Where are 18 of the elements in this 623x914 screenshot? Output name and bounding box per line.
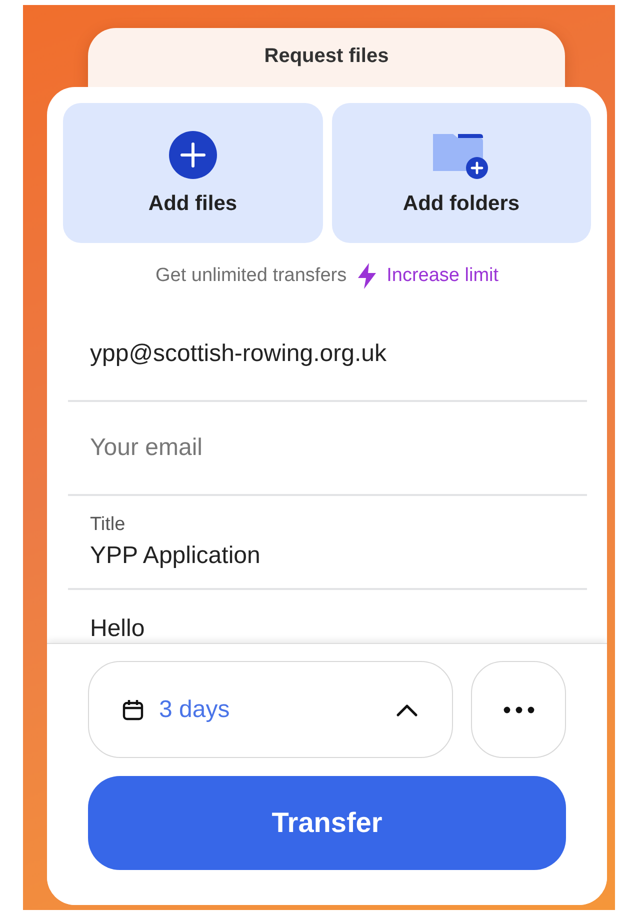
- promo-text: Get unlimited transfers: [155, 264, 347, 286]
- expiry-selector[interactable]: 3 days: [88, 661, 453, 758]
- request-files-tab[interactable]: Request files: [88, 28, 565, 87]
- more-options-button[interactable]: [471, 661, 566, 758]
- message-field[interactable]: Hello: [90, 615, 587, 643]
- transfer-button[interactable]: Transfer: [88, 776, 566, 870]
- chevron-icon: [396, 702, 418, 716]
- add-files-button[interactable]: Add files: [63, 103, 322, 243]
- email-field[interactable]: ypp@scottish-rowing.org.uk: [90, 340, 587, 368]
- add-folders-button[interactable]: Add folders: [332, 103, 591, 243]
- plus-circle-icon: [168, 130, 218, 180]
- increase-limit-link[interactable]: Increase limit: [356, 262, 499, 288]
- email-field[interactable]: Your email: [90, 434, 587, 462]
- lightning-icon: [356, 262, 377, 288]
- calendar-icon: [121, 698, 145, 722]
- field-label: Title: [90, 514, 126, 536]
- more-icon: [502, 706, 534, 714]
- title-field[interactable]: YPP Application: [90, 542, 587, 570]
